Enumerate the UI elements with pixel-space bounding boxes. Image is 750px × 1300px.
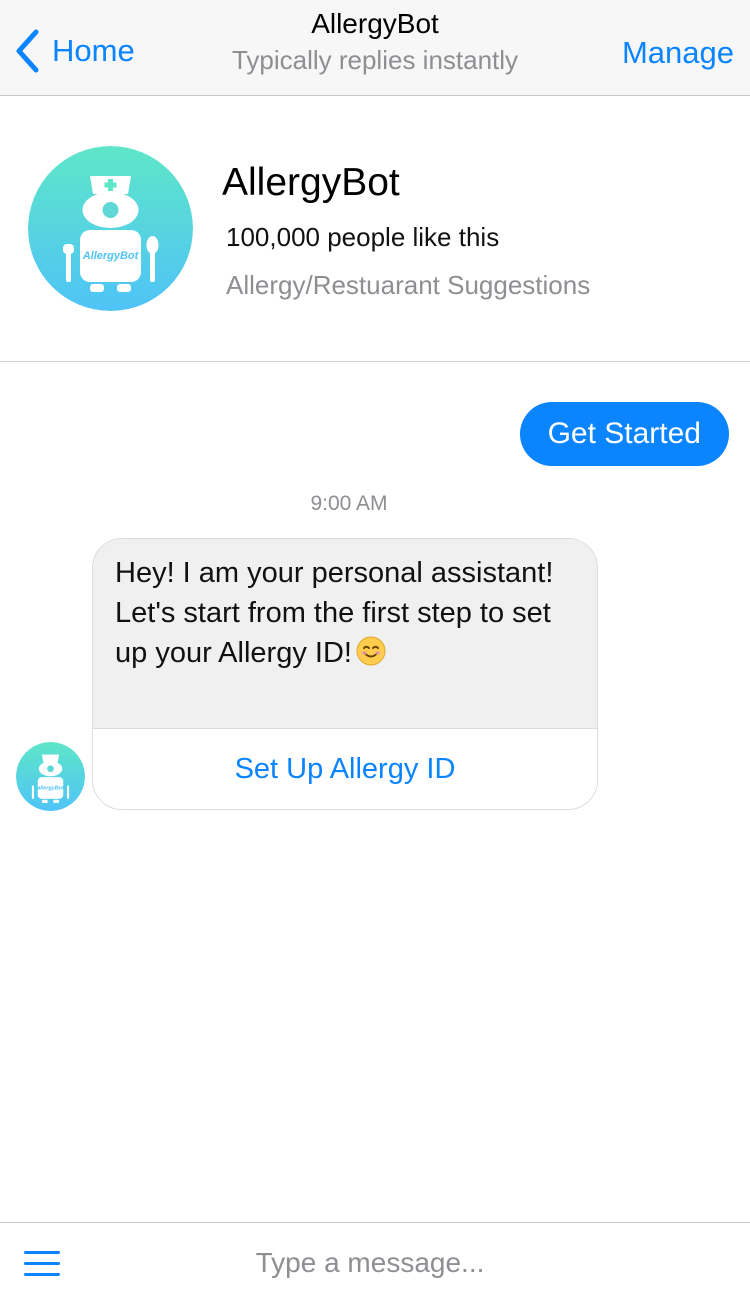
bot-message-text-block: Hey! I am your personal assistant! Let's… <box>93 539 597 729</box>
bot-message-text: Hey! I am your personal assistant! Let's… <box>115 557 554 669</box>
bot-name: AllergyBot <box>222 161 400 204</box>
page-title: AllergyBot <box>311 8 439 39</box>
chevron-left-icon <box>16 29 39 73</box>
bot-message-avatar: allergyBot <box>16 742 85 811</box>
page-subtitle: Typically replies instantly <box>231 45 519 75</box>
svg-text:allergyBot: allergyBot <box>37 786 64 792</box>
navigation-bar: Home AllergyBot Typically replies instan… <box>0 0 750 96</box>
message-composer <box>0 1222 750 1300</box>
bot-category: Allergy/Restuarant Suggestions <box>226 270 591 300</box>
set-up-allergy-id-button[interactable]: Set Up Allergy ID <box>93 729 597 809</box>
bot-likes-count: 100,000 people like this <box>226 222 500 252</box>
bot-profile-header: AllergyBot AllergyBot 100,000 people lik… <box>0 96 750 362</box>
bot-profile-avatar[interactable]: AllergyBot <box>28 146 193 311</box>
svg-text:AllergyBot: AllergyBot <box>82 250 140 262</box>
chat-screen: Home AllergyBot Typically replies instan… <box>0 0 750 1300</box>
nav-title-block: AllergyBot Typically replies instantly <box>200 6 550 78</box>
hamburger-menu-icon[interactable] <box>24 1251 60 1279</box>
manage-button[interactable]: Manage <box>622 30 734 76</box>
smiling-face-emoji-icon <box>356 636 386 666</box>
robot-avatar-icon: allergyBot <box>16 742 85 811</box>
back-button[interactable]: Home <box>14 28 135 74</box>
bot-message-card: Hey! I am your personal assistant! Let's… <box>92 538 598 810</box>
message-timestamp: 9:00 AM <box>310 492 388 515</box>
user-message-bubble: Get Started <box>519 402 729 466</box>
back-button-label: Home <box>52 33 135 68</box>
robot-logo-icon: AllergyBot <box>28 146 193 311</box>
message-input[interactable] <box>90 1235 650 1291</box>
